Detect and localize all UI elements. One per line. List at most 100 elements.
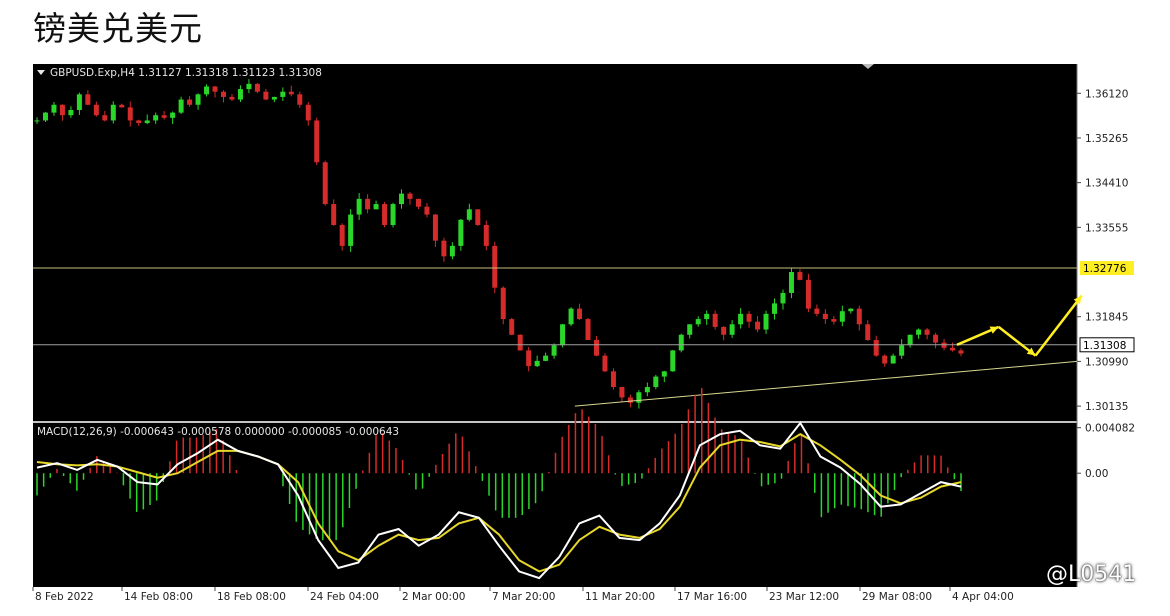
candle-body xyxy=(492,245,498,288)
candle-body xyxy=(865,324,871,340)
watermark: @L0541 xyxy=(1046,562,1137,587)
candle-body xyxy=(661,371,667,377)
candle-body xyxy=(93,104,99,116)
candle-body xyxy=(144,120,150,124)
candle-body xyxy=(407,193,413,199)
candle-body xyxy=(458,219,464,246)
candle-body xyxy=(839,311,845,322)
candle-body xyxy=(432,214,438,241)
candle-body xyxy=(110,104,116,121)
candle-body xyxy=(848,308,854,312)
x-tick-label: 11 Mar 20:00 xyxy=(585,591,655,603)
candle-body xyxy=(280,91,286,97)
candle-body xyxy=(907,334,913,346)
candle-body xyxy=(365,198,371,210)
candle-body xyxy=(449,245,455,257)
candle-body xyxy=(712,313,718,327)
candle-body xyxy=(772,303,778,314)
x-tick-label: 7 Mar 20:00 xyxy=(492,591,555,603)
candle-body xyxy=(721,326,727,335)
candle-body xyxy=(890,355,896,364)
candle-body xyxy=(500,287,506,320)
current-price-label: 1.31308 xyxy=(1083,340,1126,352)
candle-body xyxy=(729,324,735,335)
candle-body xyxy=(288,91,294,95)
candle-body xyxy=(42,112,48,121)
x-tick-label: 17 Mar 16:00 xyxy=(677,591,747,603)
candle-body xyxy=(136,120,142,124)
candle-body xyxy=(339,224,345,246)
candle-body xyxy=(187,99,193,105)
candle-body xyxy=(331,204,337,225)
y-tick-label: 1.34410 xyxy=(1085,178,1128,190)
candle-body xyxy=(424,206,430,215)
candle-body xyxy=(619,387,625,398)
candle-body xyxy=(873,339,879,356)
x-tick-label: 18 Feb 08:00 xyxy=(217,591,286,603)
candle-body xyxy=(831,319,837,322)
candle-body xyxy=(76,94,82,110)
candle-body xyxy=(204,86,210,95)
candle-body xyxy=(704,313,710,320)
candle-body xyxy=(314,120,320,163)
candle-body xyxy=(390,204,396,225)
candle-body xyxy=(517,334,523,351)
y-tick-label: 1.31845 xyxy=(1085,312,1128,324)
candle-body xyxy=(254,83,260,92)
candle-body xyxy=(805,279,811,309)
candle-body xyxy=(51,104,57,113)
candle-body xyxy=(593,339,599,356)
candle-body xyxy=(780,292,786,304)
candle-body xyxy=(59,104,65,116)
candle-body xyxy=(271,96,277,100)
price-panel-background xyxy=(33,64,1077,421)
level-label: 1.32776 xyxy=(1083,263,1127,275)
candle-body xyxy=(85,94,91,105)
candle-body xyxy=(195,94,201,105)
candle-body xyxy=(958,350,964,354)
candle-body xyxy=(297,94,303,105)
candle-body xyxy=(475,209,481,225)
candle-body xyxy=(585,319,591,340)
candle-body xyxy=(102,115,108,121)
candle-body xyxy=(356,198,362,215)
candle-body xyxy=(568,308,574,325)
candle-body xyxy=(577,308,583,320)
macd-y-tick-label: 0.004082 xyxy=(1085,423,1135,435)
candle-body xyxy=(348,214,354,246)
candle-body xyxy=(415,198,421,207)
y-tick-label: 1.36120 xyxy=(1085,88,1128,100)
candle-body xyxy=(788,272,794,293)
candle-body xyxy=(856,308,862,325)
candle-body xyxy=(627,397,633,403)
y-tick-label: 1.30990 xyxy=(1085,356,1128,368)
candle-body xyxy=(551,345,557,356)
candle-body xyxy=(526,350,532,367)
trading-chart[interactable]: 1.32776 1.31308 1.36120 1.35265 1.34410 1.33… xyxy=(0,0,1170,616)
macd-y-tick-label: 0.00 xyxy=(1085,468,1108,480)
candle-body xyxy=(746,313,752,322)
y-tick-label: 1.30135 xyxy=(1085,401,1128,413)
candle-body xyxy=(246,83,252,90)
candle-body xyxy=(653,376,659,388)
candle-body xyxy=(797,272,803,280)
candle-body xyxy=(119,104,125,108)
candle-body xyxy=(916,329,922,335)
candle-body xyxy=(543,355,549,361)
candle-body xyxy=(466,209,472,220)
candle-body xyxy=(933,334,939,343)
candle-body xyxy=(738,313,744,325)
candle-body xyxy=(636,392,642,403)
candle-body xyxy=(170,112,176,118)
candle-body xyxy=(950,347,956,351)
x-tick-label: 2 Mar 00:00 xyxy=(402,591,465,603)
candle-body xyxy=(695,319,701,325)
candle-body xyxy=(153,115,159,121)
x-tick-label: 29 Mar 08:00 xyxy=(862,591,932,603)
x-tick-label: 8 Feb 2022 xyxy=(35,591,94,603)
candle-body xyxy=(322,162,328,205)
candle-body xyxy=(373,204,379,210)
price-header-text: GBPUSD.Exp,H4 1.31127 1.31318 1.31123 1.… xyxy=(50,67,322,79)
candle-body xyxy=(229,96,235,100)
candle-body xyxy=(899,345,905,356)
